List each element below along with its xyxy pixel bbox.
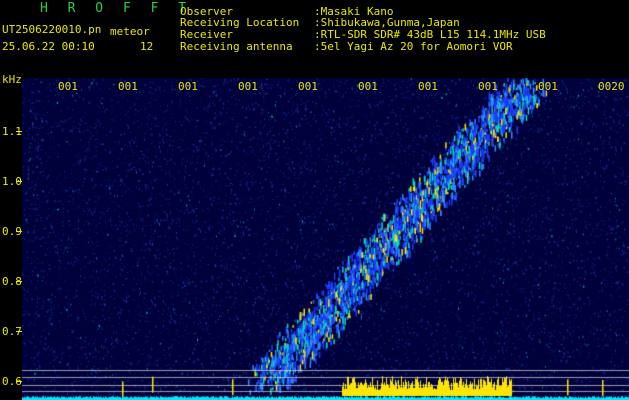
time-label: 001 — [538, 80, 558, 93]
antenna-label: Receiving antenna — [180, 40, 293, 53]
meteor-count: 12 — [140, 40, 154, 53]
time-label: 001 — [238, 80, 258, 93]
receiver-value: :RTL-SDR SDR# 43dB L15 114.1MHz USB — [314, 28, 546, 41]
axis-unit: kHz — [2, 73, 22, 86]
location-value: :Shibukawa,Gunma,Japan — [314, 16, 460, 29]
time-label: 0020 — [598, 80, 625, 93]
axis-tick — [16, 381, 22, 382]
app-title: H R O F F T — [40, 1, 193, 16]
location-label: Receiving Location — [180, 16, 300, 29]
time-label: 001 — [358, 80, 378, 93]
time-label: 001 — [118, 80, 138, 93]
filename-label: UT2506220010.pn — [2, 23, 102, 36]
spectrogram-plot[interactable] — [22, 78, 629, 400]
meteor-label: meteor — [110, 25, 150, 38]
antenna-value: :5el Yagi Az 20 for Aomori VOR — [314, 40, 513, 53]
time-label: 001 — [478, 80, 498, 93]
axis-tick — [16, 281, 22, 282]
time-label: 001 — [298, 80, 318, 93]
axis-tick — [16, 181, 22, 182]
time-label: 001 — [178, 80, 198, 93]
datetime-label: 25.06.22 00:10 — [2, 40, 95, 53]
receiver-label: Receiver — [180, 28, 233, 41]
time-label: 001 — [58, 80, 78, 93]
time-label: 001 — [418, 80, 438, 93]
hrofft-window: H R O F F T UT2506220010.pn meteor 25.06… — [0, 0, 629, 400]
axis-tick — [16, 331, 22, 332]
axis-tick — [16, 231, 22, 232]
axis-tick — [16, 131, 22, 132]
